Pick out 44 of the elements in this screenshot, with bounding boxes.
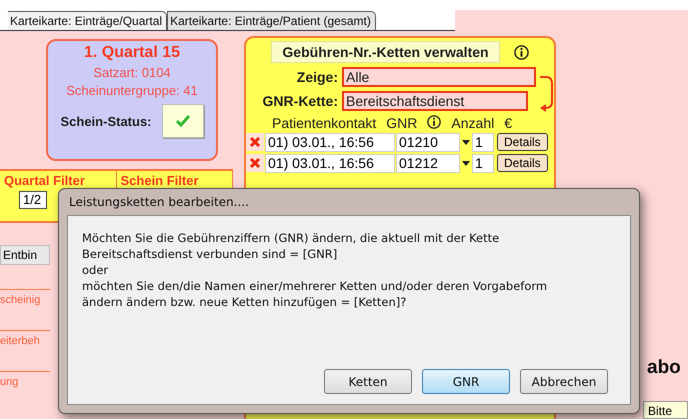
table-cell[interactable]: 01210 [396, 132, 460, 152]
stub-button[interactable]: Entbin [0, 245, 50, 265]
field-label: Zeige: [296, 69, 338, 85]
hint-text: Bitte [643, 401, 688, 419]
delete-icon[interactable] [246, 154, 264, 172]
chain-field[interactable]: Bereitschaftsdienst [342, 91, 528, 111]
dialog-button[interactable]: Abbrechen [520, 369, 608, 394]
quarter-title: 1. Quartal 15 [84, 44, 180, 62]
filter-field[interactable]: 1/2 [19, 191, 47, 209]
show-field[interactable]: Alle [342, 67, 536, 87]
dropdown-icon [461, 158, 471, 168]
field-label: eiterbeh [0, 330, 50, 347]
info-icon[interactable] [427, 115, 442, 129]
tab[interactable]: Karteikarte: Einträge/Quartal [8, 11, 168, 30]
field-label: scheinig [0, 289, 50, 306]
table-cell[interactable]: 1 [472, 132, 494, 152]
field-label: GNR-Kette: [262, 93, 338, 109]
column-header: € [504, 115, 512, 131]
section-heading: abo [647, 357, 682, 379]
column-header: Anzahl [451, 115, 494, 131]
dialog-button[interactable]: GNR [422, 369, 510, 394]
table-cell: 01) 03.01., 16:56 [265, 132, 395, 152]
tab[interactable]: Karteikarte: Einträge/Patient (gesamt) [167, 11, 376, 30]
dialog-button[interactable]: Ketten [324, 369, 412, 394]
check-icon [176, 115, 190, 127]
details-button[interactable]: Details [497, 133, 548, 151]
scheinuntergruppe-text: Scheinuntergruppe: 41 [66, 83, 198, 98]
manage-chains-button[interactable]: Gebühren-Nr.-Ketten verwalten [271, 41, 500, 63]
info-icon[interactable] [514, 44, 529, 60]
details-button[interactable]: Details [497, 154, 548, 172]
column-header: GNR [386, 115, 418, 131]
dialog-title: Leistungsketten bearbeiten.... [68, 194, 250, 211]
status-button[interactable] [162, 104, 204, 138]
dropdown-icon [461, 137, 471, 147]
table-cell[interactable]: 01212 [396, 154, 460, 172]
satzart-text: Satzart: 0104 [93, 65, 171, 80]
status-label: Schein-Status: [60, 114, 152, 128]
connector-arrow-icon [540, 74, 554, 112]
field-label: ung [0, 371, 50, 388]
table-cell[interactable]: 1 [472, 154, 494, 172]
column-header: Patientenkontakt [272, 115, 376, 131]
delete-icon[interactable] [246, 133, 264, 151]
table-cell: 01) 03.01., 16:56 [265, 154, 395, 172]
dialog-message: Möchten Sie die Gebührenziffern (GNR) ändern, die aktuell mit der Kette Bereitschaftsdienst verbunden sind = [GNR] oder möchten Sie den/die Namen einer/mehrerer Ketten und/oder deren Vorgabeform ändern ändern bzw. neue Ketten hinzufügen = [Ketten]? [82, 230, 548, 310]
